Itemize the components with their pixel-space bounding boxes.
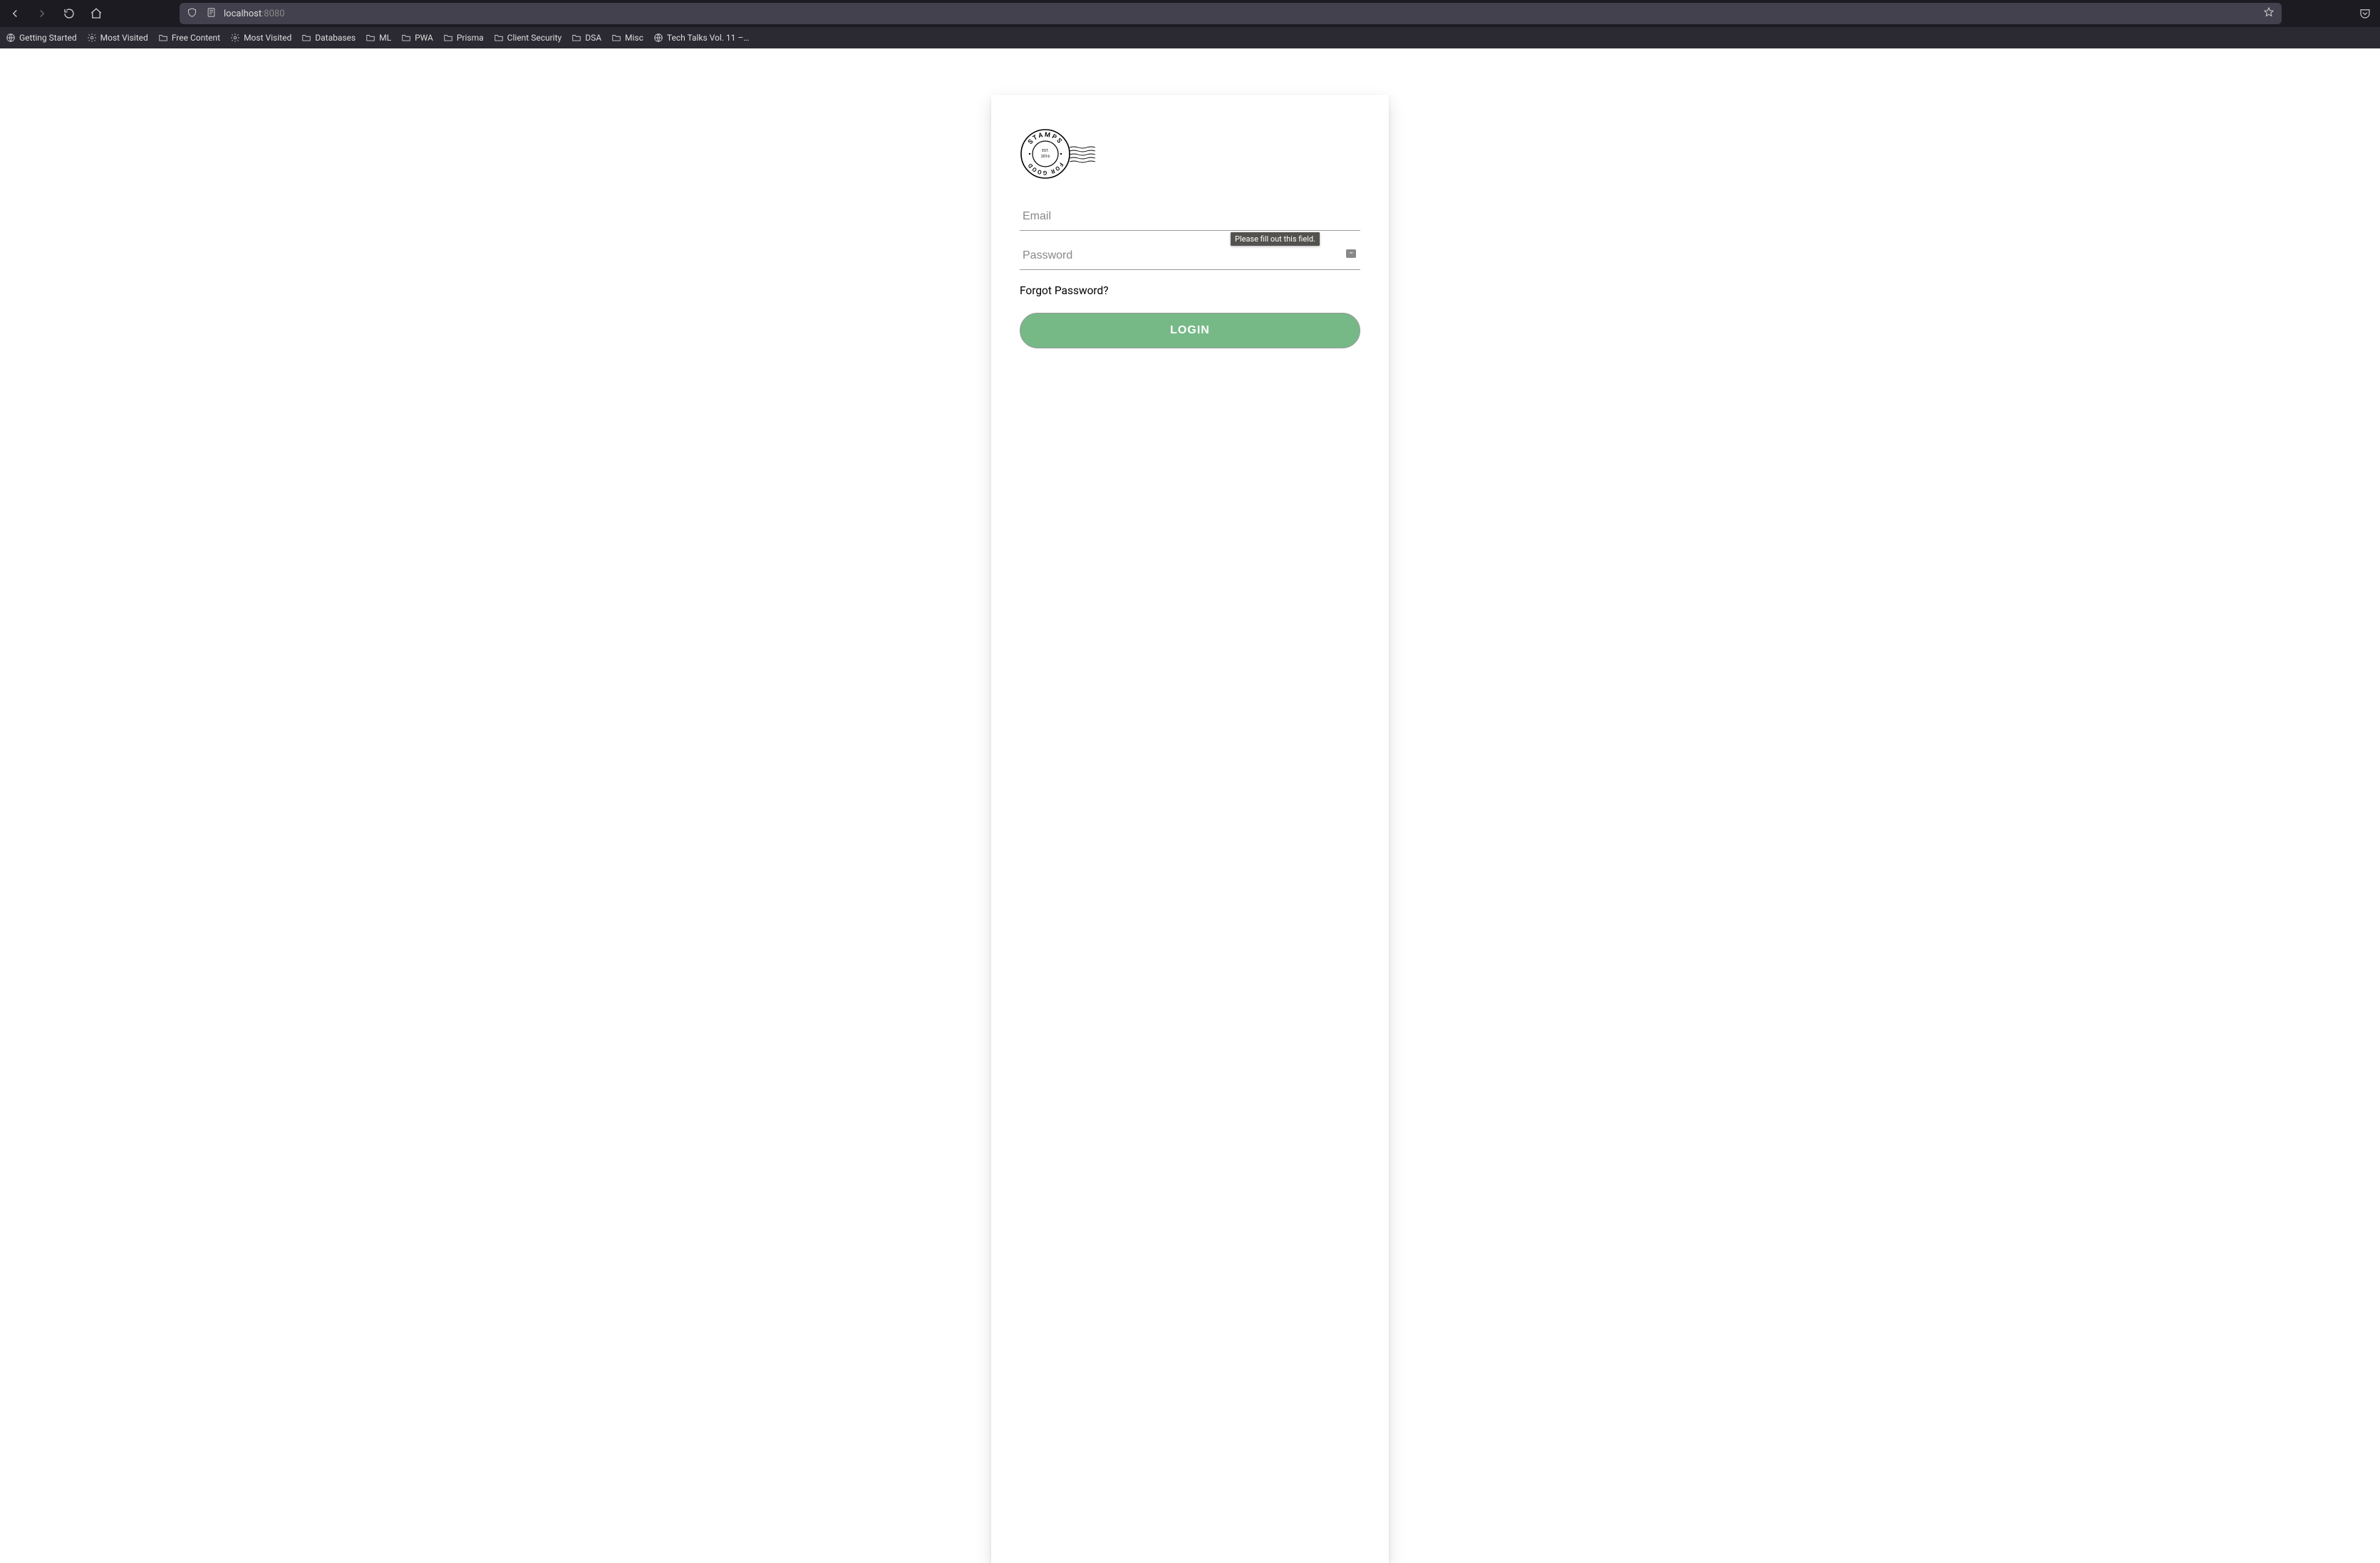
bookmark-label: Tech Talks Vol. 11 –… (667, 33, 749, 43)
bookmark-item[interactable]: Client Security (494, 33, 562, 43)
email-group: Please fill out this field. (1020, 203, 1360, 231)
stamps-for-good-logo: STAMPS FOR GOOD EST. 2016 (1020, 128, 1104, 183)
bookmarks-bar: Getting Started Most Visited Free Content M… (0, 27, 2380, 48)
bookmark-item[interactable]: Most Visited (230, 33, 291, 43)
url-bar[interactable]: localhost:8080 (180, 3, 2282, 24)
svg-text:EST.: EST. (1042, 149, 1049, 153)
bookmark-label: Most Visited (100, 33, 148, 43)
bookmark-item[interactable]: DSA (571, 33, 601, 43)
url-port: :8080 (262, 9, 284, 19)
bookmark-label: Free Content (172, 33, 220, 43)
folder-icon (494, 33, 504, 43)
folder-icon (158, 33, 168, 43)
logo: STAMPS FOR GOOD EST. 2016 (1020, 128, 1360, 183)
folder-icon (611, 33, 621, 43)
url-host: localhost (224, 9, 262, 19)
folder-icon (301, 33, 311, 43)
gear-icon (230, 33, 240, 43)
bookmark-label: Getting Started (19, 33, 77, 43)
bookmark-label: ML (379, 33, 391, 43)
forgot-password-link[interactable]: Forgot Password? (1020, 284, 1360, 297)
svg-text:2016: 2016 (1041, 155, 1050, 159)
email-field[interactable] (1020, 203, 1360, 231)
bookmark-label: Databases (315, 33, 356, 43)
browser-chrome: localhost:8080 Getting Started Most Visit… (0, 0, 2380, 48)
bookmark-item[interactable]: Getting Started (6, 33, 77, 43)
globe-icon (6, 33, 16, 43)
bookmark-star-button[interactable] (2263, 6, 2275, 21)
password-field[interactable] (1020, 242, 1360, 270)
bookmark-item[interactable]: Free Content (158, 33, 220, 43)
bookmark-label: Misc (625, 33, 643, 43)
browser-toolbar: localhost:8080 (0, 0, 2380, 27)
bookmark-label: DSA (585, 33, 601, 43)
home-button[interactable] (90, 7, 103, 20)
bookmark-item[interactable]: Prisma (443, 33, 484, 43)
page-content: STAMPS FOR GOOD EST. 2016 (0, 48, 2380, 1563)
reload-button[interactable] (63, 7, 76, 20)
bookmark-label: Client Security (507, 33, 562, 43)
bookmark-label: PWA (415, 33, 433, 43)
bookmark-item[interactable]: PWA (401, 33, 433, 43)
bookmark-item[interactable]: Misc (611, 33, 643, 43)
password-manager-icon[interactable] (1346, 249, 1356, 258)
bookmark-item[interactable]: Databases (301, 33, 356, 43)
gear-icon (87, 33, 97, 43)
forward-button[interactable] (36, 7, 48, 20)
shield-icon[interactable] (187, 7, 197, 21)
bookmark-label: Most Visited (244, 33, 291, 43)
folder-icon (366, 33, 376, 43)
folder-icon (571, 33, 581, 43)
back-button[interactable] (9, 7, 21, 20)
folder-icon (443, 33, 453, 43)
folder-icon (401, 33, 411, 43)
url-prefix-icons (187, 7, 217, 21)
login-card: STAMPS FOR GOOD EST. 2016 (991, 95, 1389, 1563)
pocket-button[interactable] (2356, 7, 2374, 20)
url-text: localhost:8080 (224, 9, 2256, 19)
bookmark-item[interactable]: Most Visited (87, 33, 148, 43)
page-info-icon[interactable] (206, 7, 217, 21)
bookmark-item[interactable]: ML (366, 33, 391, 43)
login-button[interactable]: LOGIN (1020, 313, 1360, 348)
nav-controls (6, 7, 105, 20)
password-group (1020, 242, 1360, 270)
globe-icon (653, 33, 663, 43)
bookmark-item[interactable]: Tech Talks Vol. 11 –… (653, 33, 749, 43)
bookmark-label: Prisma (457, 33, 484, 43)
